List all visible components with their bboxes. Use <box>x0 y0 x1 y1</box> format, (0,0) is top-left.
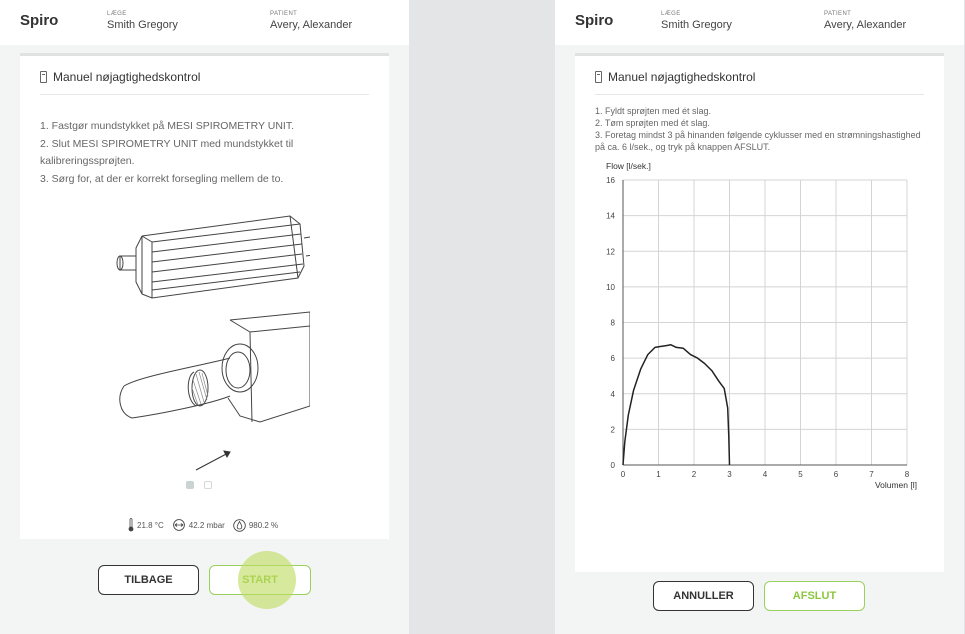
humidity-icon <box>233 518 246 532</box>
back-button[interactable]: TILBAGE <box>98 565 199 595</box>
divider <box>595 94 924 95</box>
panel-right: Spiro LÆGE Smith Gregory PATIENT Avery, … <box>555 0 964 634</box>
instructions-card: Manuel nøjagtighedskontrol 1. Fastgør mu… <box>20 53 389 539</box>
calibration-syringe-illustration <box>116 215 310 471</box>
patient-name: Avery, Alexander <box>270 19 353 31</box>
y-tick-label-8: 16 <box>606 176 615 185</box>
pressure-icon <box>172 519 185 531</box>
step-3: 3. Sørg for, at der er korrekt forseglin… <box>40 172 284 185</box>
instruction-steps: 1. Fastgør mundstykket på MESI SPIROMETR… <box>40 118 370 188</box>
y-tick-label-2: 4 <box>611 390 616 399</box>
x-tick-label-2: 2 <box>692 470 697 479</box>
doctor-label: LÆGE <box>107 11 127 17</box>
pressure-value: 42.2 mbar <box>188 520 225 530</box>
pressure-reading: 42.2 mbar <box>172 519 225 531</box>
x-tick-label-5: 5 <box>798 470 803 479</box>
app-title: Spiro <box>20 12 59 29</box>
environment-readings: 21.8 °C 42.2 mbar 980.2 % <box>128 518 286 532</box>
step-1: 1. Fyldt sprøjten med ét slag. <box>595 106 712 116</box>
flow-volume-chart: 0 1 2 3 4 5 6 7 80246810121416Flow [l/sek.]Volum… <box>606 161 917 490</box>
card-title-text: Manuel nøjagtighedskontrol <box>53 70 201 84</box>
thermometer-icon <box>128 518 134 532</box>
patient-info: PATIENT Avery, Alexander <box>270 11 352 31</box>
x-tick-label-3: 3 <box>727 470 732 479</box>
instruction-steps: 1. Fyldt sprøjten med ét slag. 2. Tøm sp… <box>595 105 925 153</box>
y-tick-label-0: 0 <box>611 461 616 470</box>
x-tick-label-8: 8 <box>905 470 910 479</box>
cancel-button[interactable]: ANNULLER <box>653 581 754 611</box>
y-tick-label-3: 6 <box>611 354 616 363</box>
spirometer-icon <box>40 71 47 83</box>
y-tick-label-1: 2 <box>611 425 616 434</box>
carousel-dot-1[interactable] <box>186 481 194 489</box>
x-tick-label-6: 6 <box>834 470 839 479</box>
patient-label: PATIENT <box>270 11 298 17</box>
start-button[interactable]: START <box>209 565 311 595</box>
y-axis-label: Flow [l/sek.] <box>606 161 651 171</box>
temperature-value: 21.8 °C <box>137 520 164 530</box>
y-tick-label-7: 14 <box>606 212 615 221</box>
step-3: 3. Foretag mindst 3 på hinanden følgende… <box>595 130 921 152</box>
app-title: Spiro <box>575 12 614 29</box>
y-tick-label-5: 10 <box>606 283 615 292</box>
carousel-indicator <box>186 481 212 489</box>
flow-curve-series-0 <box>622 344 731 466</box>
step-2: 2. Tøm sprøjten med ét slag. <box>595 118 710 128</box>
panel-left: Spiro LÆGE Smith Gregory PATIENT Avery, … <box>0 0 409 634</box>
step-1: 1. Fastgør mundstykket på MESI SPIROMETR… <box>40 120 295 132</box>
x-axis-label: Volumen [l] <box>875 480 917 490</box>
step-2: 2. Slut MESI SPIROMETRY UNIT med mundsty… <box>40 137 294 168</box>
doctor-info: LÆGE Smith Gregory <box>661 11 732 31</box>
card-title: Manuel nøjagtighedskontrol <box>595 70 755 84</box>
doctor-info: LÆGE Smith Gregory <box>107 11 178 31</box>
card-title: Manuel nøjagtighedskontrol <box>40 70 200 84</box>
y-tick-label-4: 8 <box>611 319 616 328</box>
y-tick-label-6: 12 <box>606 247 615 256</box>
header-left: Spiro LÆGE Smith Gregory PATIENT Avery, … <box>0 0 409 45</box>
humidity-reading: 980.2 % <box>233 518 279 532</box>
patient-name: Avery, Alexander <box>824 19 907 31</box>
x-tick-label-0: 0 <box>621 470 626 479</box>
doctor-label: LÆGE <box>661 11 681 17</box>
x-tick-label-4: 4 <box>763 470 768 479</box>
measurement-card: Manuel nøjagtighedskontrol 1. Fyldt sprø… <box>575 53 944 572</box>
header-right: Spiro LÆGE Smith Gregory PATIENT Avery, … <box>555 0 964 45</box>
patient-label: PATIENT <box>824 11 852 17</box>
finish-button[interactable]: AFSLUT <box>764 581 865 611</box>
x-tick-label-1: 1 <box>656 470 661 479</box>
doctor-name: Smith Gregory <box>661 19 732 31</box>
x-tick-label-7: 7 <box>869 470 874 479</box>
card-title-text: Manuel nøjagtighedskontrol <box>608 70 756 84</box>
temperature-reading: 21.8 °C <box>128 518 164 532</box>
doctor-name: Smith Gregory <box>107 19 178 31</box>
spirometer-icon <box>595 71 602 83</box>
carousel-dot-2[interactable] <box>204 481 212 489</box>
humidity-value: 980.2 % <box>248 520 279 530</box>
divider <box>40 94 369 95</box>
patient-info: PATIENT Avery, Alexander <box>824 11 906 31</box>
